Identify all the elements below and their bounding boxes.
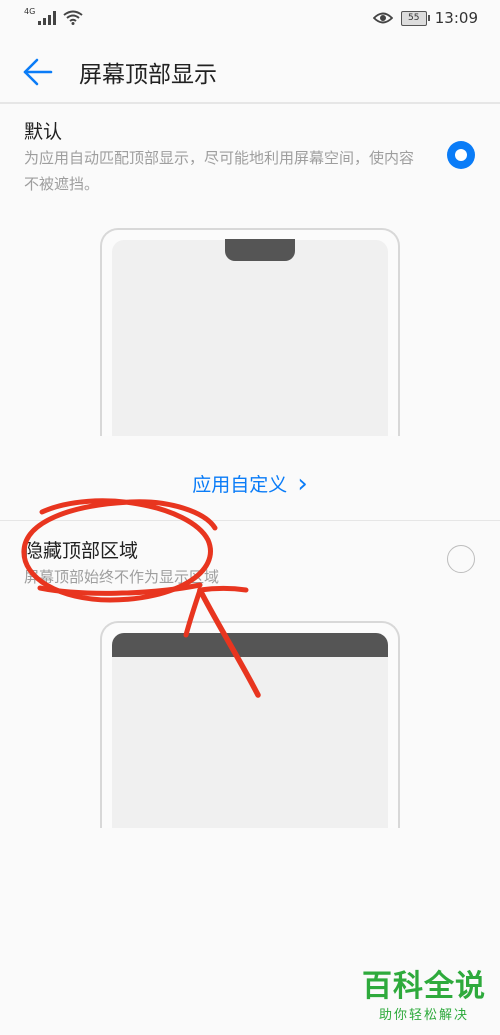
- watermark-logo: 百科全说 助你轻松解决: [362, 969, 486, 1024]
- network-type-label: 4G: [24, 7, 36, 16]
- phone-screen: [112, 633, 388, 828]
- watermark-main-text: 百科全说: [362, 969, 486, 1004]
- page-title: 屏幕顶部显示: [79, 62, 217, 88]
- app-bar-divider: [0, 102, 500, 104]
- option-hide-top-description: 屏幕顶部始终不作为显示区域: [24, 568, 220, 586]
- back-button[interactable]: [20, 54, 56, 90]
- phone-screen: [112, 239, 388, 436]
- option-hide-top-title: 隐藏顶部区域: [24, 540, 139, 562]
- option-default-title: 默认: [24, 121, 63, 143]
- option-hide-top-radio[interactable]: [447, 545, 475, 573]
- battery-icon: 55: [400, 10, 430, 26]
- battery-level: 55: [408, 13, 420, 23]
- eye-comfort-icon: [372, 12, 393, 24]
- app-customize-label: 应用自定义: [192, 474, 288, 496]
- status-left: 4G: [24, 7, 83, 25]
- watermark-sub-text: 助你轻松解决: [378, 1008, 469, 1023]
- chevron-right-icon: ›: [297, 469, 308, 499]
- cellular-signal-icon: [38, 10, 57, 25]
- app-customize-link[interactable]: 应用自定义 ›: [0, 468, 500, 499]
- option-default-radio[interactable]: [447, 141, 475, 169]
- notch-shape: [225, 239, 295, 261]
- status-bar: 4G 55 13:09: [0, 0, 500, 38]
- wifi-icon: [63, 10, 83, 25]
- back-arrow-icon: [23, 58, 53, 86]
- app-bar: 屏幕顶部显示: [0, 40, 500, 102]
- phone-illustration-hidden-top: [100, 621, 400, 828]
- hidden-top-bar: [112, 633, 388, 657]
- phone-illustration-notch: [100, 228, 400, 436]
- status-right: 55 13:09: [372, 9, 478, 27]
- section-divider: [0, 520, 500, 521]
- option-default-description: 为应用自动匹配顶部显示，尽可能地利用屏幕空间，使内容不被遮挡。: [24, 149, 415, 193]
- status-time: 13:09: [434, 9, 478, 27]
